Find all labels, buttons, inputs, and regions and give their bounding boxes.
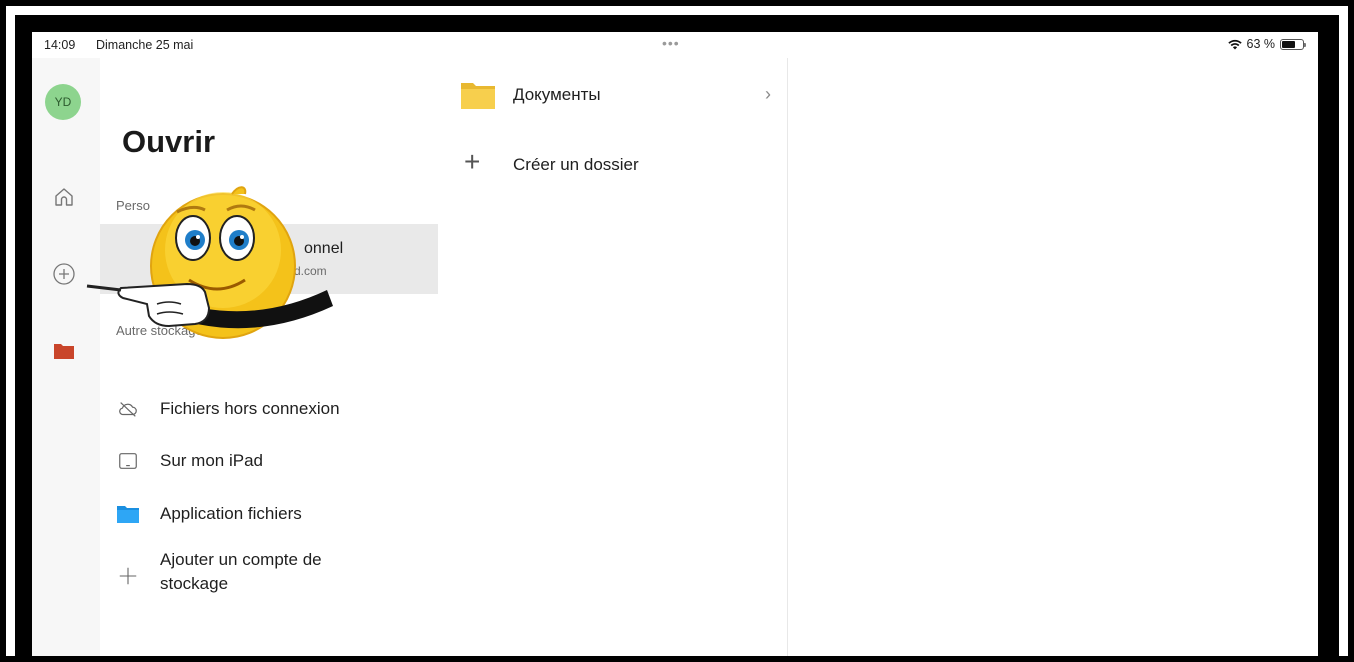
files-app-item[interactable]: Application fichiers <box>116 499 302 529</box>
personal-account-row[interactable]: onnel d.com <box>100 224 438 294</box>
battery-icon <box>1280 38 1306 50</box>
add-storage-account-item[interactable]: Ajouter un compte de stockage <box>116 550 322 593</box>
chevron-right-icon: › <box>765 84 771 104</box>
documents-folder-label: Документы <box>513 85 601 104</box>
other-storage-label: Autre stockage <box>116 323 203 338</box>
personal-section-label: Perso <box>116 198 150 213</box>
plus-icon <box>116 564 140 588</box>
plus-circle-icon[interactable] <box>51 261 77 287</box>
open-panel: Ouvrir Perso onnel d.com Autre stockage … <box>100 58 439 656</box>
folder-icon[interactable] <box>51 338 77 364</box>
status-date: Dimanche 25 mai <box>96 38 194 52</box>
status-right: 63 % <box>1227 37 1306 51</box>
create-folder-label: Créer un dossier <box>513 155 639 174</box>
home-icon[interactable] <box>51 184 77 210</box>
multitasking-dots[interactable]: ••• <box>662 35 680 51</box>
on-my-ipad-label: Sur mon iPad <box>160 451 263 470</box>
status-bar: 14:09 Dimanche 25 mai ••• 63 % <box>32 32 1318 58</box>
on-my-ipad-item[interactable]: Sur mon iPad <box>116 446 263 476</box>
left-rail: YD <box>32 58 100 656</box>
yellow-folder-icon <box>461 83 495 109</box>
account-email: d.com <box>294 264 327 278</box>
wifi-icon <box>1227 39 1242 49</box>
add-storage-account-label: Ajouter un compte de stockage <box>160 550 322 593</box>
battery-fill <box>1282 40 1295 48</box>
offline-files-label: Fichiers hors connexion <box>160 399 340 418</box>
documents-panel: Документы › + Créer un dossier <box>438 58 788 656</box>
create-folder-row[interactable]: + Créer un dossier <box>438 142 787 188</box>
blue-folder-icon <box>116 502 140 526</box>
cloud-off-icon <box>116 397 140 421</box>
status-time: 14:09 <box>44 38 76 52</box>
battery-percent: 63 % <box>1246 37 1276 51</box>
account-name: onnel <box>304 240 344 257</box>
avatar[interactable]: YD <box>45 84 81 120</box>
ipad-screen: 14:09 Dimanche 25 mai ••• 63 % YD Ouvrir… <box>32 32 1318 656</box>
ipad-icon <box>116 449 140 473</box>
page-title: Ouvrir <box>122 124 216 159</box>
offline-files-item[interactable]: Fichiers hors connexion <box>116 394 340 424</box>
plus-icon: + <box>464 146 481 177</box>
documents-folder-row[interactable]: Документы › <box>438 72 787 118</box>
files-app-label: Application fichiers <box>160 504 302 523</box>
